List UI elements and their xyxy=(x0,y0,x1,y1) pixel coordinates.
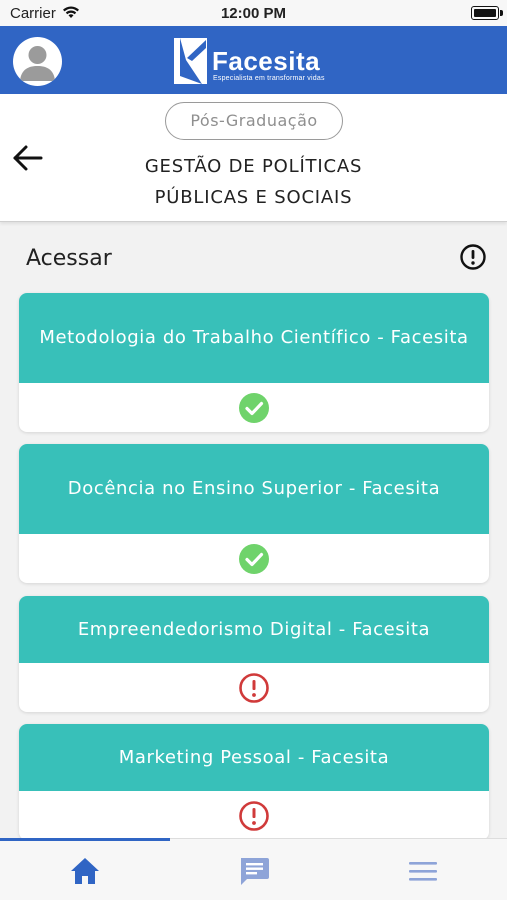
module-card[interactable]: Metodologia do Trabalho Científico - Fac… xyxy=(19,293,489,432)
section-title: Acessar xyxy=(26,246,112,271)
exclamation-circle-icon xyxy=(239,800,269,831)
module-header: Marketing Pessoal - Facesita xyxy=(19,724,489,791)
active-tab-indicator xyxy=(0,838,170,841)
exclamation-circle-icon[interactable] xyxy=(459,243,487,271)
brand-name: Facesita xyxy=(212,46,321,76)
module-card[interactable]: Marketing Pessoal - Facesita xyxy=(19,724,489,840)
course-title: GESTÃO DE POLÍTICAS PÚBLICAS E SOCIAIS xyxy=(100,151,407,213)
module-header: Docência no Ensino Superior - Facesita xyxy=(19,444,489,534)
module-status xyxy=(19,534,489,583)
check-circle-icon xyxy=(239,543,269,574)
bottom-nav xyxy=(0,838,507,900)
module-title: Metodologia do Trabalho Científico - Fac… xyxy=(39,327,469,348)
menu-icon[interactable] xyxy=(405,853,441,889)
clock: 12:00 PM xyxy=(220,5,287,22)
module-header: Empreendedorismo Digital - Facesita xyxy=(19,596,489,663)
module-status xyxy=(19,383,489,432)
brand-tagline: Especialista em transformar vidas xyxy=(213,75,325,82)
module-status xyxy=(19,663,489,712)
category-badge: Pós-Graduação xyxy=(165,102,343,140)
app-header: Facesita Especialista em transformar vid… xyxy=(0,26,507,94)
module-title: Docência no Ensino Superior - Facesita xyxy=(67,478,441,499)
module-title: Empreendedorismo Digital - Facesita xyxy=(77,618,431,640)
check-circle-icon xyxy=(239,392,269,423)
battery-icon xyxy=(471,6,503,20)
module-title: Marketing Pessoal - Facesita xyxy=(118,746,390,768)
back-arrow-icon[interactable] xyxy=(12,144,44,172)
module-card[interactable]: Docência no Ensino Superior - Facesita xyxy=(19,444,489,583)
status-bar: Carrier 12:00 PM xyxy=(0,0,507,26)
exclamation-circle-icon xyxy=(239,672,269,703)
avatar[interactable] xyxy=(13,37,62,86)
home-icon[interactable] xyxy=(67,853,103,889)
logo-mark-icon xyxy=(174,38,207,84)
module-header: Metodologia do Trabalho Científico - Fac… xyxy=(19,293,489,383)
module-card[interactable]: Empreendedorismo Digital - Facesita xyxy=(19,596,489,712)
chat-icon[interactable] xyxy=(236,853,272,889)
course-header: Pós-Graduação GESTÃO DE POLÍTICAS PÚBLIC… xyxy=(0,94,507,222)
facesita-logo: Facesita Especialista em transformar vid… xyxy=(172,36,342,86)
course-title-line1: GESTÃO DE POLÍTICAS xyxy=(144,156,363,177)
module-status xyxy=(19,791,489,840)
user-icon xyxy=(20,46,55,81)
course-title-line2: PÚBLICAS E SOCIAIS xyxy=(154,187,353,208)
